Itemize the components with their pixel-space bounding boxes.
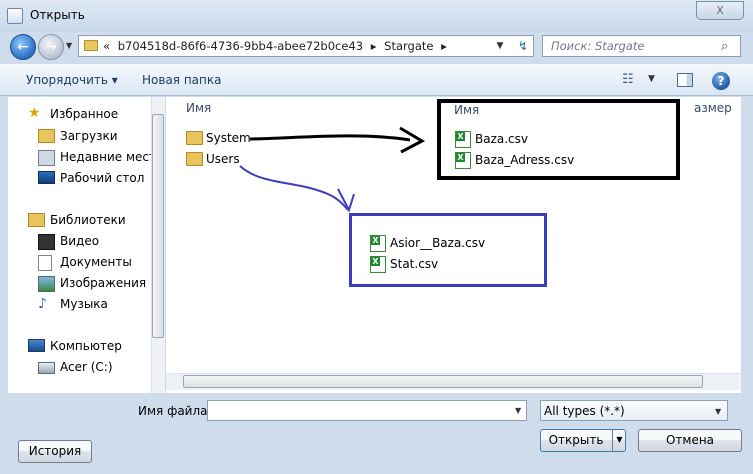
filename-dropdown[interactable]: ▼ (515, 406, 521, 415)
open-button-label: Открыть (548, 433, 604, 447)
file-type-select[interactable]: All types (*.*) ▼ (540, 400, 728, 421)
file-type-value: All types (*.*) (544, 404, 625, 418)
horizontal-scroll-thumb[interactable] (183, 375, 703, 388)
open-options-dropdown[interactable]: ▼ (612, 429, 626, 452)
filename-input[interactable] (207, 400, 527, 421)
chevron-down-icon: ▼ (515, 406, 522, 415)
history-button[interactable]: История (18, 440, 92, 463)
chevron-down-icon: ▼ (715, 407, 722, 416)
arrow-users (239, 165, 349, 211)
filename-label: Имя файла: (138, 404, 212, 418)
arrow-system (249, 134, 411, 142)
cancel-button[interactable]: Отмена (638, 429, 742, 452)
chevron-down-icon: ▼ (616, 435, 623, 444)
